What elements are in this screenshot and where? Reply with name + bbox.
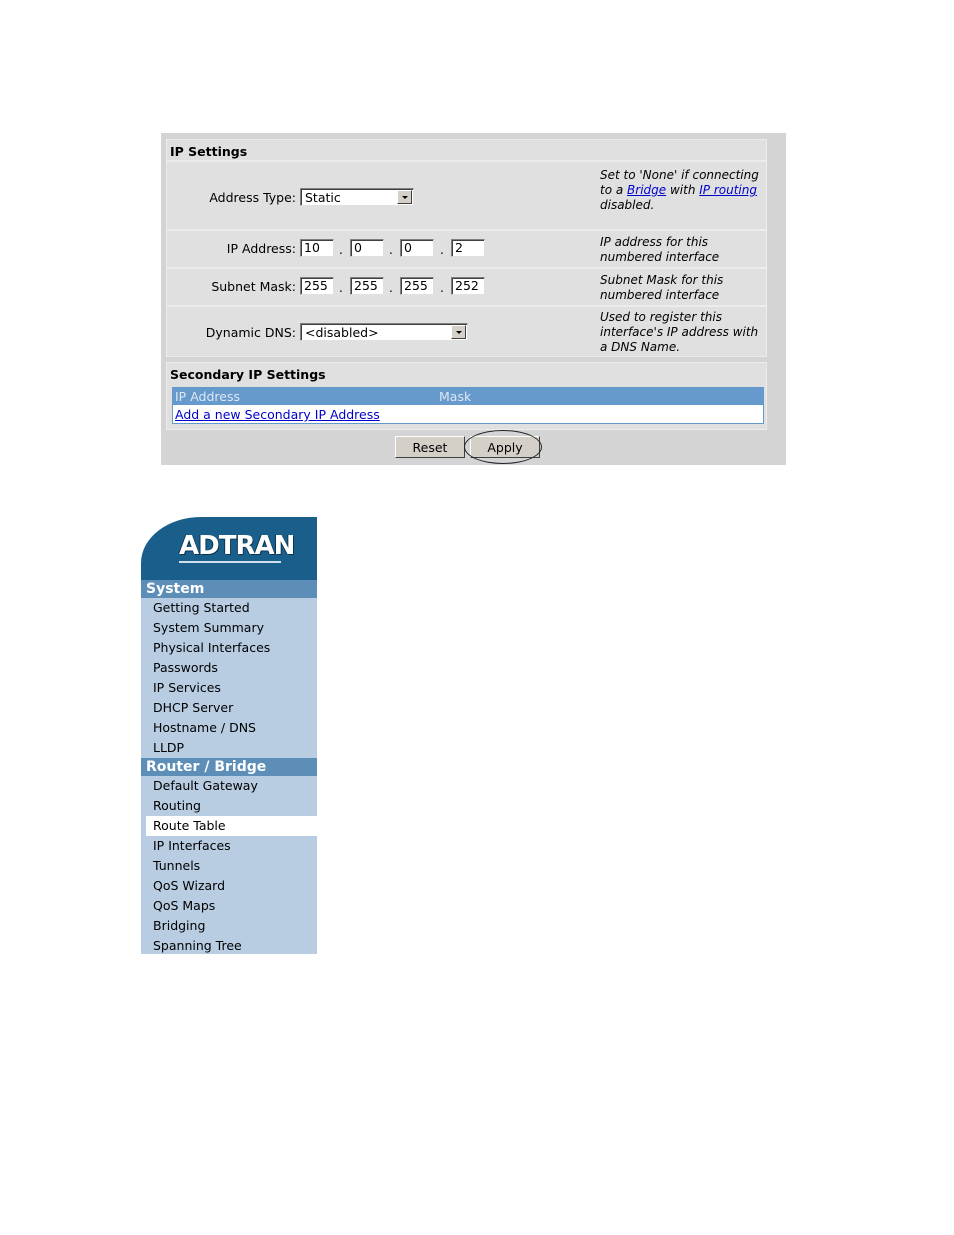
ip-settings-section: IP Settings Address Type: Static Set to … — [166, 139, 767, 357]
nav-header-router-bridge: Router / Bridge — [141, 758, 317, 776]
address-type-row: Address Type: Static Set to 'None' if co… — [167, 160, 766, 233]
sidebar-item-default-gateway[interactable]: Default Gateway — [153, 778, 258, 793]
subnet-mask-help: Subnet Mask for this numbered interface — [600, 273, 724, 302]
help-text: with — [666, 183, 700, 197]
ip-octet-4[interactable]: 2 — [451, 239, 485, 257]
sidebar-item-tunnels[interactable]: Tunnels — [153, 858, 200, 873]
sidebar-item-hostname-dns[interactable]: Hostname / DNS — [153, 720, 256, 735]
sidebar-item-bridging[interactable]: Bridging — [153, 918, 205, 933]
dot-separator: . — [339, 243, 343, 257]
mask-octet-4[interactable]: 252 — [451, 277, 485, 295]
adtran-logo: ADTRAN — [179, 531, 295, 561]
dot-separator: . — [440, 281, 444, 295]
address-type-value: Static — [305, 190, 341, 205]
ip-settings-panel: IP Settings Address Type: Static Set to … — [161, 133, 786, 465]
nav-group-router-bridge: Default Gateway Routing Route Table IP I… — [141, 776, 317, 954]
dynamic-dns-select[interactable]: <disabled> — [300, 323, 468, 341]
mask-octet-3[interactable]: 255 — [400, 277, 434, 295]
table-header: IP Address Mask — [173, 388, 763, 405]
secondary-ip-section: Secondary IP Settings IP Address Mask Ad… — [166, 362, 767, 430]
apply-button[interactable]: Apply — [470, 436, 540, 458]
ip-settings-title: IP Settings — [170, 144, 248, 159]
sidebar-item-ip-interfaces[interactable]: IP Interfaces — [153, 838, 231, 853]
sidebar-item-physical-interfaces[interactable]: Physical Interfaces — [153, 640, 270, 655]
sidebar-item-qos-maps[interactable]: QoS Maps — [153, 898, 215, 913]
nav-group-system: Getting Started System Summary Physical … — [141, 598, 317, 758]
ip-address-row: IP Address: 10 . 0 . 0 . 2 IP address fo… — [167, 229, 766, 267]
sidebar-item-ip-services[interactable]: IP Services — [153, 680, 221, 695]
logo-underline — [179, 561, 281, 563]
ip-octet-1[interactable]: 10 — [300, 239, 334, 257]
dot-separator: . — [389, 243, 393, 257]
dynamic-dns-help: Used to register this interface's IP add… — [600, 310, 759, 354]
nav-bg-lower — [141, 836, 317, 954]
address-type-select[interactable]: Static — [300, 188, 414, 206]
dot-separator: . — [389, 281, 393, 295]
mask-octet-2[interactable]: 255 — [350, 277, 384, 295]
sidebar-item-system-summary[interactable]: System Summary — [153, 620, 264, 635]
ip-octet-3[interactable]: 0 — [400, 239, 434, 257]
subnet-mask-row: Subnet Mask: 255 . 255 . 255 . 252 Subne… — [167, 267, 766, 305]
ip-routing-link[interactable]: IP routing — [699, 183, 757, 197]
sidebar-item-dhcp-server[interactable]: DHCP Server — [153, 700, 233, 715]
secondary-ip-title: Secondary IP Settings — [170, 367, 326, 382]
sidebar-item-passwords[interactable]: Passwords — [153, 660, 218, 675]
chevron-down-icon[interactable] — [397, 190, 412, 204]
dynamic-dns-row: Dynamic DNS: <disabled> Used to register… — [167, 305, 766, 357]
reset-button[interactable]: Reset — [395, 436, 465, 458]
logo-area: ADTRAN — [141, 517, 317, 580]
ip-address-label: IP Address: — [226, 241, 296, 256]
mask-octet-1[interactable]: 255 — [300, 277, 334, 295]
dynamic-dns-label: Dynamic DNS: — [205, 325, 296, 340]
column-ip-address: IP Address — [175, 389, 240, 404]
add-secondary-ip-link[interactable]: Add a new Secondary IP Address — [175, 407, 380, 422]
help-text: disabled. — [600, 198, 655, 212]
dot-separator: . — [339, 281, 343, 295]
dynamic-dns-value: <disabled> — [305, 325, 379, 340]
column-mask: Mask — [439, 389, 472, 404]
address-type-help: Set to 'None' if connecting to a Bridge … — [600, 168, 765, 213]
nav-header-system: System — [141, 580, 317, 598]
dot-separator: . — [440, 243, 444, 257]
subnet-mask-label: Subnet Mask: — [211, 279, 296, 294]
sidebar-item-getting-started[interactable]: Getting Started — [153, 600, 250, 615]
secondary-ip-table: IP Address Mask Add a new Secondary IP A… — [172, 387, 764, 424]
bridge-link[interactable]: Bridge — [627, 183, 666, 197]
ip-octet-2[interactable]: 0 — [350, 239, 384, 257]
sidebar-nav: ADTRAN System Getting Started System Sum… — [141, 517, 317, 954]
sidebar-item-lldp[interactable]: LLDP — [153, 740, 184, 755]
chevron-down-icon[interactable] — [451, 325, 466, 339]
sidebar-item-routing[interactable]: Routing — [153, 798, 201, 813]
address-type-label: Address Type: — [209, 190, 296, 205]
sidebar-item-spanning-tree[interactable]: Spanning Tree — [153, 938, 242, 953]
sidebar-item-qos-wizard[interactable]: QoS Wizard — [153, 878, 225, 893]
ip-address-help: IP address for this numbered interface — [600, 235, 720, 264]
sidebar-item-route-table[interactable]: Route Table — [153, 818, 226, 833]
